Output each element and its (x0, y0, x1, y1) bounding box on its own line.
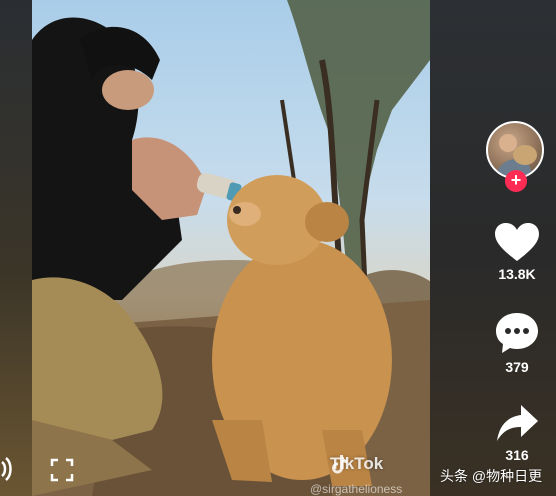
follow-button[interactable]: + (505, 170, 527, 192)
likes-count: 13.8K (498, 266, 536, 282)
source-attribution: 头条 @物种日更 (440, 468, 543, 484)
tiktok-watermark: TikTok (330, 454, 383, 474)
comments-count: 379 (505, 359, 529, 375)
like-button[interactable]: 13.8K (486, 222, 548, 282)
share-arrow-icon (497, 405, 538, 441)
tiktok-logo-icon (332, 455, 347, 474)
share-button[interactable]: 316 (486, 403, 548, 463)
comment-bubble-icon (496, 313, 538, 353)
shares-count: 316 (505, 447, 529, 463)
creator-handle: @sirgathelioness (310, 482, 403, 496)
avatar-image (496, 134, 537, 177)
video-frame-illustration (32, 0, 430, 496)
heart-icon (495, 223, 539, 261)
video-player[interactable]: TikTok @sirgathelioness (32, 0, 430, 496)
blurred-left-backdrop (0, 0, 32, 496)
fullscreen-icon[interactable] (50, 458, 74, 482)
comment-button[interactable]: 379 (486, 311, 548, 375)
volume-icon[interactable] (0, 456, 14, 482)
